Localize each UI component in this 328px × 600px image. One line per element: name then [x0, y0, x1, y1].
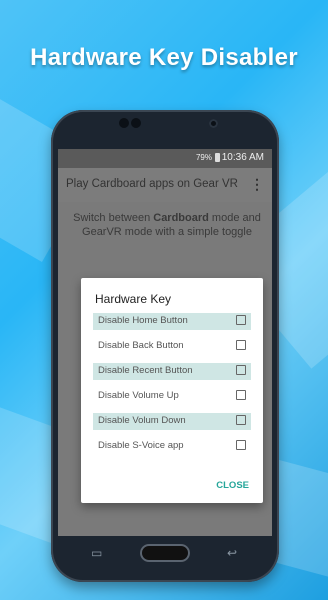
option-label: Disable S-Voice app	[98, 440, 184, 451]
checkbox[interactable]	[236, 440, 246, 450]
back-icon[interactable]: ↩	[227, 546, 237, 560]
option-label: Disable Recent Button	[98, 365, 193, 376]
app-title: Play Cardboard apps on Gear VR	[66, 178, 238, 190]
option-disable-recent-button[interactable]: Disable Recent Button	[93, 363, 251, 380]
clock: 10:36 AM	[221, 152, 264, 163]
description-prefix: Switch between	[73, 212, 154, 224]
option-disable-home-button[interactable]: Disable Home Button	[93, 313, 251, 330]
close-button[interactable]: CLOSE	[216, 480, 249, 491]
battery-icon	[215, 153, 220, 162]
option-disable-back-button[interactable]: Disable Back Button	[93, 338, 251, 355]
checkbox[interactable]	[236, 390, 246, 400]
battery-level: 79%	[195, 153, 212, 162]
front-camera	[209, 119, 218, 128]
recent-apps-icon[interactable]: ▭	[91, 546, 102, 560]
hero-title: Hardware Key Disabler	[30, 44, 298, 71]
status-bar: 79% 10:36 AM	[58, 149, 272, 168]
option-label: Disable Volum Down	[98, 415, 186, 426]
option-disable-s-voice-app[interactable]: Disable S-Voice app	[93, 438, 251, 455]
description-bold: Cardboard	[153, 212, 209, 224]
checkbox[interactable]	[236, 415, 246, 425]
more-vert-icon[interactable]: ⋮	[250, 176, 264, 193]
option-label: Disable Back Button	[98, 340, 184, 351]
option-disable-volume-down[interactable]: Disable Volum Down	[93, 413, 251, 430]
checkbox[interactable]	[236, 315, 246, 325]
front-sensor	[119, 118, 129, 128]
option-label: Disable Home Button	[98, 315, 188, 326]
option-label: Disable Volume Up	[98, 390, 179, 401]
checkbox[interactable]	[236, 365, 246, 375]
option-disable-volume-up[interactable]: Disable Volume Up	[93, 388, 251, 405]
app-toolbar: Play Cardboard apps on Gear VR ⋮	[58, 168, 272, 202]
phone-screen: 79% 10:36 AM Play Cardboard apps on Gear…	[58, 149, 272, 536]
home-button[interactable]	[140, 544, 190, 562]
dialog-title: Hardware Key	[95, 292, 172, 306]
app-description: Switch between Cardboard mode and GearVR…	[72, 211, 262, 239]
checkbox[interactable]	[236, 340, 246, 350]
hardware-key-dialog: Hardware Key Disable Home Button Disable…	[81, 278, 263, 503]
phone-frame: 79% 10:36 AM Play Cardboard apps on Gear…	[51, 110, 279, 582]
front-sensor	[131, 118, 141, 128]
